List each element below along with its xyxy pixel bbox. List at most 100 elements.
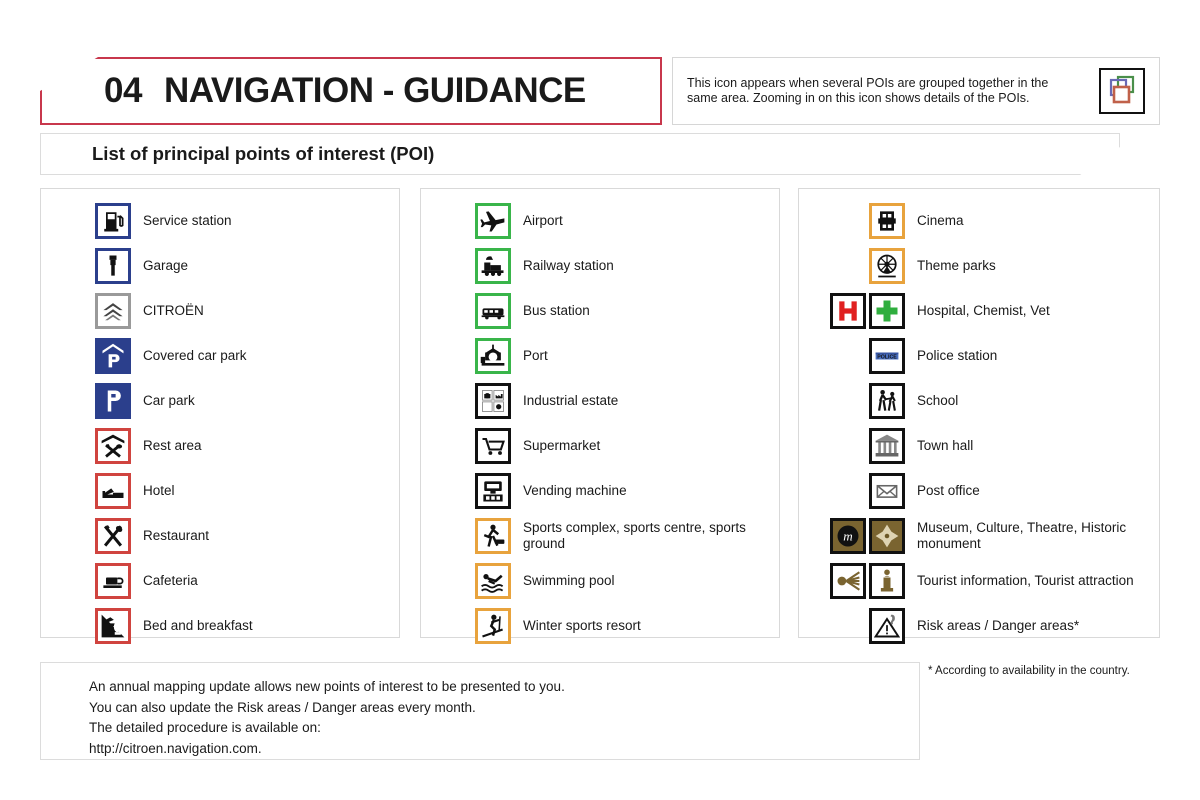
fuel-pump-icon xyxy=(95,202,131,239)
poi-label: Town hall xyxy=(917,437,974,453)
poi-list-item: Hospital, Chemist, Vet xyxy=(799,288,1159,333)
poi-icon-group xyxy=(95,382,131,419)
manual-page: 04 NAVIGATION - GUIDANCE This icon appea… xyxy=(0,0,1200,800)
poi-label: Garage xyxy=(143,257,189,273)
note-line: You can also update the Risk areas / Dan… xyxy=(89,699,476,715)
poi-list-item: Car park xyxy=(41,378,399,423)
poi-label: Hotel xyxy=(143,482,175,498)
header: 04 NAVIGATION - GUIDANCE This icon appea… xyxy=(40,57,1160,125)
poi-column-2: Airport Railway station Bus station Port Ind… xyxy=(420,188,780,644)
grouped-pois-icon xyxy=(1099,68,1145,114)
poi-label: Sports complex, sports centre, sports gr… xyxy=(523,519,746,551)
swimmer-icon xyxy=(475,562,511,599)
poi-label: School xyxy=(917,392,959,408)
poi-label: Port xyxy=(523,347,548,363)
tourist-info-i-icon xyxy=(869,562,905,599)
svg-text:m: m xyxy=(843,528,852,543)
poi-icon-group xyxy=(95,562,131,599)
poi-column-1: Service station Garage CITROËN Covered car … xyxy=(40,188,400,644)
poi-list-item: Airport xyxy=(421,198,779,243)
airplane-icon xyxy=(475,202,511,239)
poi-label: Winter sports resort xyxy=(523,617,641,633)
rest-area-icon xyxy=(95,427,131,464)
poi-icon-group xyxy=(475,382,511,419)
poi-list-item: Tourist information, Tourist attraction xyxy=(799,558,1159,603)
poi-label: Rest area xyxy=(143,437,202,453)
poi-icon-group xyxy=(813,562,905,599)
poi-icon-group xyxy=(813,247,905,284)
poi-list-item: Industrial estate xyxy=(421,378,779,423)
poi-icon-group xyxy=(813,202,905,239)
poi-label: Museum, Culture, Theatre, Historic monum… xyxy=(917,519,1127,551)
poi-list-item: Railway station xyxy=(421,243,779,288)
poi-column-3: Cinema Theme parks Hospital, Chemist, Vet P… xyxy=(798,188,1160,644)
poi-list-item: Vending machine xyxy=(421,468,779,513)
poi-list-item: Supermarket xyxy=(421,423,779,468)
poi-label: Service station xyxy=(143,212,232,228)
note-line: The detailed procedure is available on: xyxy=(89,720,321,735)
grouped-poi-info-box: This icon appears when several POIs are … xyxy=(672,57,1160,125)
poi-icon-group xyxy=(813,472,905,509)
poi-list-item: Port xyxy=(421,333,779,378)
envelope-icon xyxy=(869,472,905,509)
poi-list-item: School xyxy=(799,378,1159,423)
poi-label: Hospital, Chemist, Vet xyxy=(917,302,1050,318)
poi-label: Tourist information, Tourist attraction xyxy=(917,572,1134,588)
poi-label: Covered car park xyxy=(143,347,247,363)
coffee-cup-icon xyxy=(95,562,131,599)
poi-label: Railway station xyxy=(523,257,614,273)
green-cross-icon xyxy=(869,292,905,329)
shopping-cart-icon xyxy=(475,427,511,464)
poi-label: Police station xyxy=(917,347,998,363)
chapter-banner: 04 NAVIGATION - GUIDANCE xyxy=(40,57,662,125)
poi-label: Swimming pool xyxy=(523,572,615,588)
school-children-icon xyxy=(869,382,905,419)
poi-icon-group xyxy=(475,337,511,374)
poi-icon-group xyxy=(475,292,511,329)
poi-list-item: Bed and breakfast xyxy=(41,603,399,648)
sports-complex-icon xyxy=(475,517,511,554)
poi-label: Car park xyxy=(143,392,195,408)
poi-icon-group xyxy=(813,292,905,329)
poi-icon-group xyxy=(95,292,131,329)
poi-icon-group xyxy=(95,517,131,554)
poi-list-item: Sports complex, sports centre, sports gr… xyxy=(421,513,779,558)
poi-list-item: Swimming pool xyxy=(421,558,779,603)
poi-label: Theme parks xyxy=(917,257,996,273)
poi-list-item: Theme parks xyxy=(799,243,1159,288)
bus-icon xyxy=(475,292,511,329)
poi-icon-group xyxy=(95,337,131,374)
poi-icon-group: POLICE xyxy=(813,337,905,374)
note-line: An annual mapping update allows new poin… xyxy=(89,679,565,694)
poi-list-item: Town hall xyxy=(799,423,1159,468)
poi-list-item: Rest area xyxy=(41,423,399,468)
poi-list-item: Hotel xyxy=(41,468,399,513)
covered-parking-icon xyxy=(95,337,131,374)
poi-icon-group xyxy=(475,247,511,284)
poi-list-item: Risk areas / Danger areas* xyxy=(799,603,1159,648)
danger-warning-icon xyxy=(869,607,905,644)
section-subtitle: List of principal points of interest (PO… xyxy=(92,143,435,164)
historic-monument-icon xyxy=(869,517,905,554)
bed-icon xyxy=(95,472,131,509)
industrial-estate-icon xyxy=(475,382,511,419)
poi-label: Vending machine xyxy=(523,482,627,498)
tourist-attraction-icon xyxy=(830,562,866,599)
poi-icon-group: m xyxy=(813,517,905,554)
update-note-box: An annual mapping update allows new poin… xyxy=(40,662,920,760)
poi-label: CITROËN xyxy=(143,302,204,318)
film-reel-icon xyxy=(869,202,905,239)
ferris-wheel-icon xyxy=(869,247,905,284)
poi-list-item: Winter sports resort xyxy=(421,603,779,648)
poi-icon-group xyxy=(475,427,511,464)
poi-list-item: Cinema xyxy=(799,198,1159,243)
citroen-chevrons-icon xyxy=(95,292,131,329)
poi-list-item: Service station xyxy=(41,198,399,243)
hospital-h-icon xyxy=(830,292,866,329)
poi-icon-group xyxy=(95,247,131,284)
poi-icon-group xyxy=(813,382,905,419)
poi-label: Bus station xyxy=(523,302,590,318)
poi-label: Cafeteria xyxy=(143,572,198,588)
poi-icon-group xyxy=(475,202,511,239)
grouped-poi-info-text: This icon appears when several POIs are … xyxy=(687,75,1049,106)
